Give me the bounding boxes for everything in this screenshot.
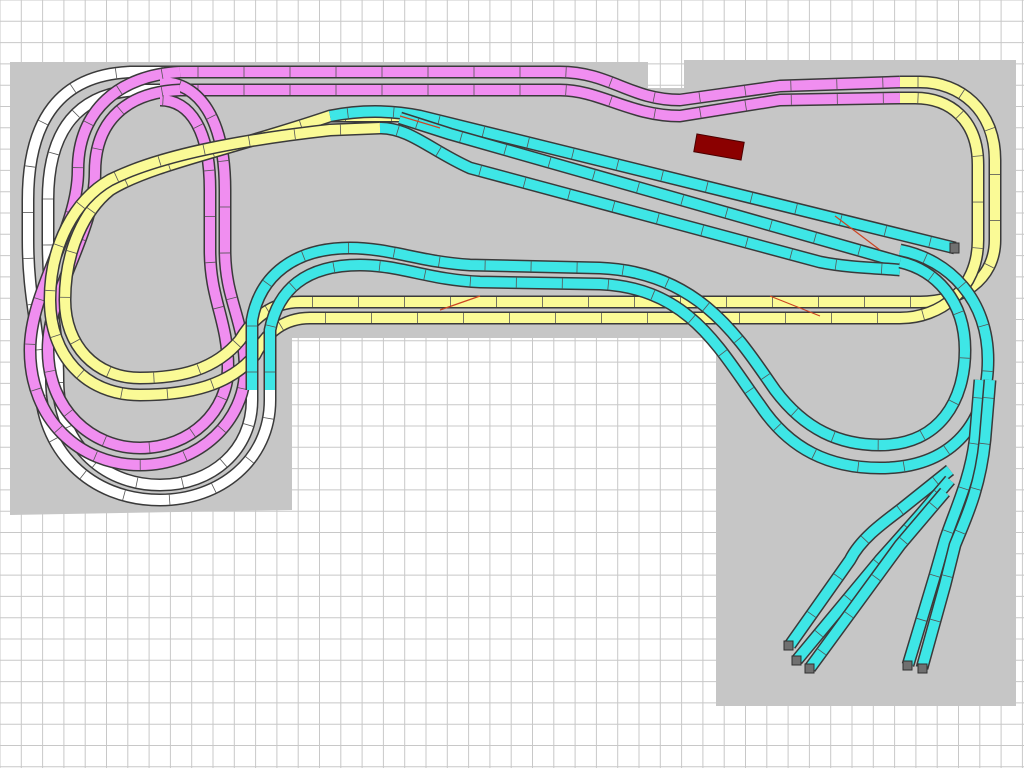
buffer-stop-icon	[791, 655, 802, 666]
sleeper-tick	[162, 95, 164, 106]
sleeper-tick	[959, 357, 970, 359]
buffer-stop-icon	[917, 663, 928, 674]
buffer-stop-icon	[902, 660, 913, 671]
sleeper-tick	[565, 67, 567, 78]
buffer-stop-icon	[949, 242, 960, 254]
buffer-stop-icon	[783, 640, 794, 651]
buffer-stop-icon	[804, 663, 815, 674]
track-plan-canvas[interactable]	[0, 0, 1024, 768]
sleeper-tick	[153, 372, 155, 383]
sleeper-tick	[45, 289, 56, 292]
